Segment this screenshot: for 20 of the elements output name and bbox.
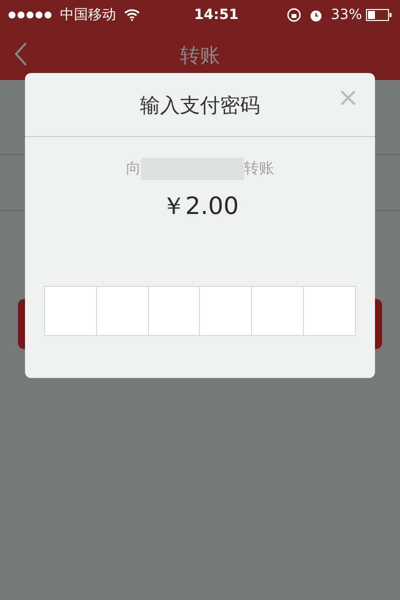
clock-time: 14:51 <box>194 6 239 24</box>
wifi-icon <box>124 9 140 21</box>
battery-percent: 33% <box>330 6 362 24</box>
rotation-lock-icon <box>286 8 301 22</box>
pin-cell[interactable] <box>148 286 200 335</box>
pin-cell[interactable] <box>96 286 148 335</box>
pin-cell[interactable] <box>303 286 355 335</box>
battery-icon <box>366 9 392 21</box>
close-button[interactable]: × <box>337 85 359 111</box>
page-title: 转账 <box>180 42 220 69</box>
back-icon[interactable] <box>14 42 28 66</box>
pin-cell[interactable] <box>199 286 252 335</box>
pin-cell[interactable] <box>251 286 304 335</box>
dialog-title: 输入支付密码 <box>140 92 260 118</box>
alarm-icon <box>308 8 323 22</box>
carrier-name: 中国移动 <box>60 6 116 24</box>
pin-cell[interactable] <box>45 286 96 335</box>
recipient-prefix: 向 <box>126 159 141 177</box>
recipient-suffix: 转账 <box>244 159 274 177</box>
amount-text: ￥2.00 <box>161 190 239 222</box>
